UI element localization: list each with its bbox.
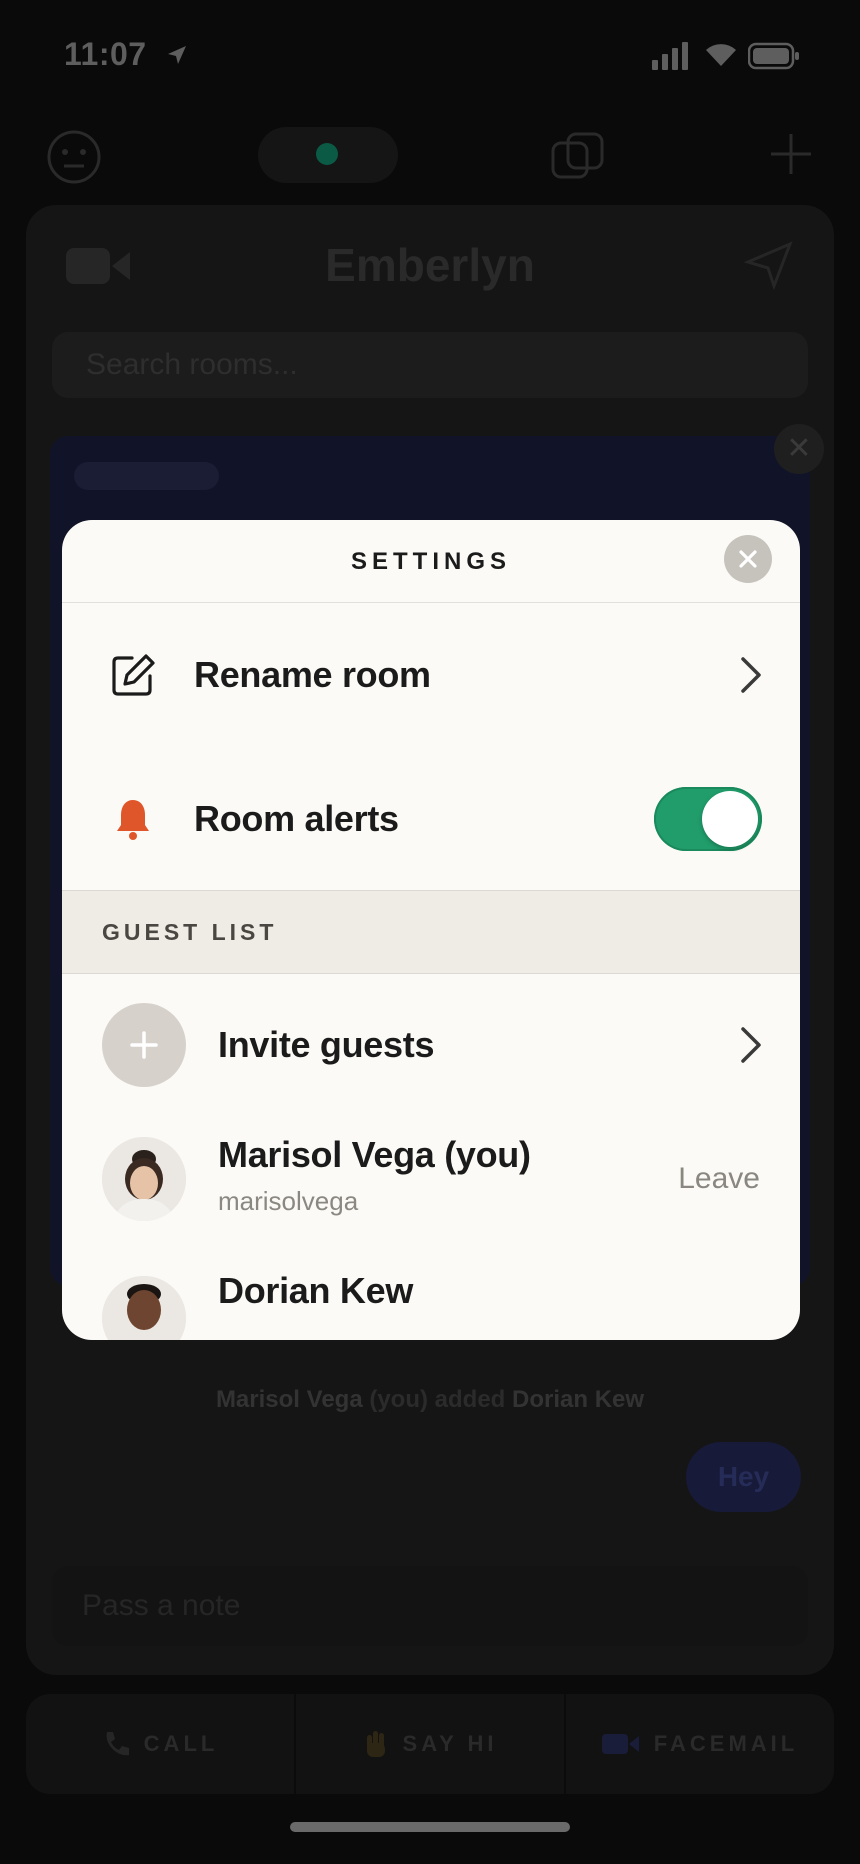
guest-name: Dorian Kew bbox=[218, 1270, 414, 1311]
invite-guests-label: Invite guests bbox=[218, 1024, 435, 1065]
system-message-text: (you) added bbox=[362, 1386, 513, 1413]
system-message-target: Dorian Kew bbox=[512, 1386, 645, 1413]
settings-modal: SETTINGS Rename room Room alerts GUEST L… bbox=[62, 520, 800, 1340]
plus-icon bbox=[130, 1031, 158, 1059]
presence-pill[interactable] bbox=[258, 127, 398, 183]
guest-row: Dorian Kew bbox=[62, 1270, 800, 1340]
chat-bubble: Hey bbox=[686, 1442, 801, 1512]
banner-close-button[interactable]: ✕ bbox=[774, 424, 824, 474]
call-button[interactable]: CALL bbox=[26, 1694, 296, 1794]
avatar bbox=[102, 1137, 186, 1221]
guest-username: marisolvega bbox=[218, 1186, 359, 1216]
room-alerts-row: Room alerts bbox=[62, 764, 800, 874]
online-dot-icon bbox=[316, 143, 338, 165]
room-alerts-label: Room alerts bbox=[194, 798, 399, 839]
add-icon[interactable] bbox=[768, 131, 814, 177]
call-label: CALL bbox=[143, 1731, 219, 1756]
guest-list-title: GUEST LIST bbox=[102, 919, 278, 945]
facemail-label: FACEMAIL bbox=[653, 1731, 799, 1756]
bell-icon bbox=[117, 800, 149, 840]
signal-icon bbox=[652, 42, 688, 70]
pass-note-input[interactable]: Pass a note bbox=[52, 1566, 808, 1646]
guest-name: Marisol Vega (you) bbox=[218, 1134, 531, 1175]
facemail-button[interactable]: FACEMAIL bbox=[566, 1694, 834, 1794]
wifi-icon bbox=[706, 44, 736, 66]
rename-room-label: Rename room bbox=[194, 654, 431, 695]
status-bar: 11:07 bbox=[0, 0, 860, 100]
home-indicator bbox=[290, 1822, 570, 1832]
bottom-action-bar: CALL SAY HI FACEMAIL bbox=[26, 1694, 834, 1794]
send-icon[interactable] bbox=[744, 240, 794, 290]
guest-list-header: GUEST LIST bbox=[62, 890, 800, 974]
rename-room-row[interactable]: Rename room bbox=[62, 620, 800, 730]
modal-header: SETTINGS bbox=[62, 520, 800, 603]
person-portrait-icon bbox=[102, 1137, 186, 1221]
toggle-knob bbox=[702, 791, 758, 847]
invite-guests-row[interactable]: Invite guests bbox=[62, 990, 800, 1100]
room-title: Emberlyn bbox=[325, 239, 535, 291]
face-icon[interactable] bbox=[46, 129, 102, 185]
hand-icon bbox=[366, 1731, 385, 1757]
say-hi-label: SAY HI bbox=[402, 1731, 498, 1756]
banner-label bbox=[74, 462, 219, 490]
system-message: Marisol Vega (you) added Dorian Kew bbox=[0, 1386, 860, 1414]
modal-title: SETTINGS bbox=[350, 548, 511, 575]
search-rooms-input[interactable]: Search rooms... bbox=[52, 332, 808, 398]
top-navigation bbox=[0, 115, 860, 195]
close-icon bbox=[739, 550, 757, 568]
system-message-actor: Marisol Vega bbox=[215, 1386, 363, 1413]
say-hi-button[interactable]: SAY HI bbox=[296, 1694, 566, 1794]
video-icon bbox=[601, 1734, 639, 1754]
person-portrait-icon bbox=[102, 1276, 186, 1340]
close-settings-button[interactable] bbox=[724, 535, 772, 583]
leave-button[interactable]: Leave bbox=[678, 1162, 760, 1196]
status-time: 11:07 bbox=[64, 36, 147, 72]
room-alerts-toggle[interactable] bbox=[654, 787, 762, 851]
rooms-icon[interactable] bbox=[550, 131, 606, 181]
invite-add-icon bbox=[102, 1003, 186, 1087]
avatar bbox=[102, 1276, 186, 1340]
chevron-right-icon bbox=[741, 1027, 761, 1063]
edit-icon bbox=[112, 654, 155, 696]
battery-icon bbox=[748, 42, 799, 70]
location-arrow-icon bbox=[168, 46, 186, 64]
phone-icon bbox=[106, 1732, 129, 1756]
chevron-right-icon bbox=[741, 657, 761, 693]
guest-row: Marisol Vega (you) marisolvega Leave bbox=[62, 1124, 800, 1234]
